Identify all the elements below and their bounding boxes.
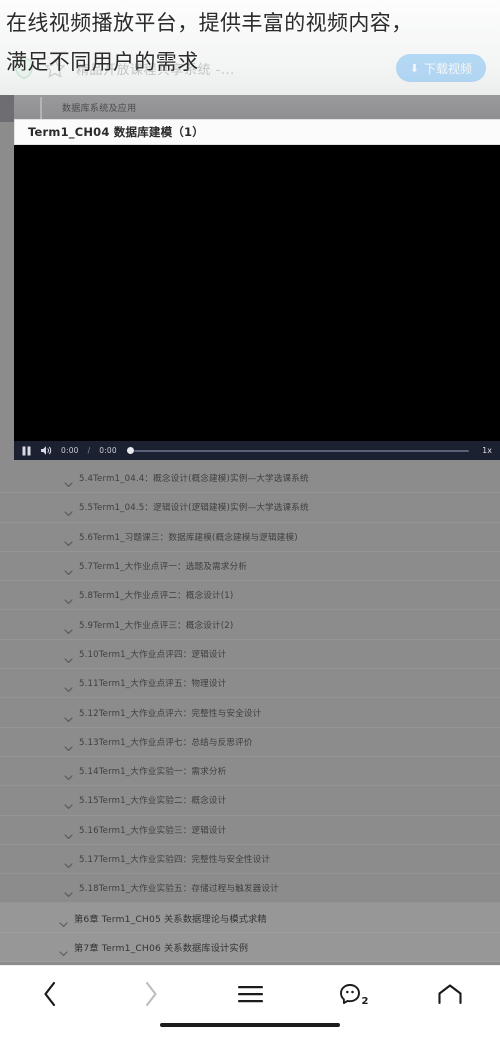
chevron-down-icon[interactable] bbox=[64, 621, 73, 634]
lesson-label: 5.4Term1_04.4：概念设计(概念建模)实例—大学选课系统 bbox=[79, 474, 309, 485]
screen: 精品开放课程共享系统 -... ⬇ 下载视频 在线视频播放平台，提供丰富的视频内… bbox=[0, 0, 500, 1041]
chevron-down-icon[interactable] bbox=[64, 709, 73, 722]
lesson-row[interactable]: 5.14Term1_大作业实验一：需求分析 bbox=[0, 757, 500, 787]
chevron-down-icon[interactable] bbox=[59, 914, 68, 927]
promo-line-1: 在线视频播放平台，提供丰富的视频内容， bbox=[6, 11, 413, 35]
browser-navbar: 2 bbox=[0, 965, 500, 1041]
lesson-label: 5.9Term1_大作业点评三：概念设计(2) bbox=[79, 620, 234, 631]
lesson-row[interactable]: 5.13Term1_大作业点评七：总结与反思评价 bbox=[0, 728, 500, 757]
lesson-label: 5.17Term1_大作业实验四：完整性与安全性设计 bbox=[79, 855, 271, 865]
lesson-row[interactable]: 5.7Term1_大作业点评一：选题及需求分析 bbox=[0, 552, 500, 582]
lesson-row[interactable]: 5.18Term1_大作业实验五：存储过程与触发器设计 bbox=[0, 874, 500, 904]
lesson-label: 5.18Term1_大作业实验五：存储过程与触发器设计 bbox=[79, 884, 279, 895]
lesson-row[interactable]: 5.5Term1_04.5：逻辑设计(逻辑建模)实例—大学选课系统 bbox=[0, 493, 500, 523]
chevron-down-icon[interactable] bbox=[64, 796, 73, 810]
lesson-label: 5.15Term1_大作业实验二：概念设计 bbox=[79, 796, 227, 807]
lesson-label: 5.10Term1_大作业点评四：逻辑设计 bbox=[79, 649, 227, 660]
chevron-left-icon bbox=[42, 981, 59, 1007]
nav-home-button[interactable] bbox=[400, 966, 500, 1022]
video-title-bar: Term1_CH04 数据库建模（1） bbox=[14, 119, 500, 145]
lesson-row[interactable]: 5.6Term1_习题课三：数据库建模(概念建模与逻辑建模) bbox=[0, 523, 500, 552]
lesson-row[interactable]: 5.15Term1_大作业实验二：概念设计 bbox=[0, 786, 500, 816]
chapter-label: 第7章 Term1_CH06 关系数据库设计实例 bbox=[74, 942, 249, 954]
playback-speed-button[interactable]: 1x bbox=[478, 446, 492, 455]
lesson-label: 5.14Term1_大作业实验一：需求分析 bbox=[79, 767, 227, 778]
chevron-down-icon[interactable] bbox=[64, 826, 73, 839]
chevron-down-icon[interactable] bbox=[64, 562, 73, 576]
nav-menu-button[interactable] bbox=[200, 966, 300, 1022]
course-page: 数据库系统及应用 Term1_CH04 数据库建模（1） 0:00 / 0:00… bbox=[0, 95, 500, 965]
tabs-count: 2 bbox=[361, 996, 369, 1007]
chevron-down-icon[interactable] bbox=[64, 679, 73, 693]
video-stage[interactable] bbox=[14, 145, 500, 460]
page-chrome-strip: 数据库系统及应用 bbox=[0, 95, 500, 122]
time-separator: / bbox=[87, 446, 91, 455]
lesson-list[interactable]: 5.4Term1_04.4：概念设计(概念建模)实例—大学选课系统 5.5Term… bbox=[0, 464, 500, 965]
video-controls[interactable]: 0:00 / 0:00 1x bbox=[14, 441, 500, 460]
tabs-icon: 2 bbox=[339, 984, 369, 1007]
lesson-row[interactable]: 5.12Term1_大作业点评六：完整性与安全设计 bbox=[0, 698, 500, 728]
lesson-label: 5.8Term1_大作业点评二：概念设计(1) bbox=[79, 591, 234, 602]
hamburger-menu-icon bbox=[237, 985, 263, 1003]
chapter-row[interactable]: 第7章 Term1_CH06 关系数据库设计实例 bbox=[0, 932, 500, 963]
nav-back-button[interactable] bbox=[0, 966, 100, 1022]
chevron-down-icon[interactable] bbox=[64, 884, 73, 898]
chevron-down-icon[interactable] bbox=[59, 943, 68, 956]
chapter-row[interactable]: 第6章 Term1_CH05 关系数据理论与模式求精 bbox=[0, 903, 500, 933]
pause-icon[interactable] bbox=[22, 446, 31, 456]
promo-overlay-text: 在线视频播放平台，提供丰富的视频内容， 满足不同用户的需求 bbox=[6, 4, 500, 82]
chevron-down-icon[interactable] bbox=[64, 650, 73, 663]
promo-line-2: 满足不同用户的需求 bbox=[6, 50, 199, 74]
site-banner: 精品开放课程共享系统 -... ⬇ 下载视频 在线视频播放平台，提供丰富的视频内… bbox=[0, 0, 500, 95]
chevron-down-icon[interactable] bbox=[64, 533, 73, 546]
duration: 0:00 bbox=[99, 446, 117, 455]
current-time: 0:00 bbox=[61, 446, 79, 455]
progress-knob[interactable] bbox=[126, 447, 134, 454]
navbar-items: 2 bbox=[0, 966, 500, 1022]
chevron-right-icon bbox=[142, 981, 159, 1007]
home-indicator bbox=[160, 1022, 340, 1027]
lesson-label: 5.6Term1_习题课三：数据库建模(概念建模与逻辑建模) bbox=[79, 532, 298, 543]
lesson-label: 5.16Term1_大作业实验三：逻辑设计 bbox=[79, 825, 227, 836]
lesson-label: 5.5Term1_04.5：逻辑设计(逻辑建模)实例—大学选课系统 bbox=[79, 503, 309, 514]
lesson-label: 5.11Term1_大作业点评五：物理设计 bbox=[79, 679, 227, 690]
chevron-down-icon[interactable] bbox=[64, 591, 73, 605]
lesson-label: 5.12Term1_大作业点评六：完整性与安全设计 bbox=[79, 708, 262, 719]
breadcrumb: 数据库系统及应用 bbox=[62, 104, 137, 114]
home-icon bbox=[437, 983, 463, 1005]
lesson-row[interactable]: 5.16Term1_大作业实验三：逻辑设计 bbox=[0, 816, 500, 845]
video-title: Term1_CH04 数据库建模（1） bbox=[28, 125, 204, 139]
chrome-edge bbox=[0, 95, 14, 122]
chevron-down-icon[interactable] bbox=[64, 503, 73, 517]
chapter-label: 第6章 Term1_CH05 关系数据理论与模式求精 bbox=[74, 913, 267, 925]
lesson-row[interactable]: 5.8Term1_大作业点评二：概念设计(1) bbox=[0, 581, 500, 611]
chevron-down-icon[interactable] bbox=[64, 474, 73, 488]
lesson-row[interactable]: 5.11Term1_大作业点评五：物理设计 bbox=[0, 669, 500, 699]
lesson-row[interactable]: 5.10Term1_大作业点评四：逻辑设计 bbox=[0, 640, 500, 670]
chevron-down-icon[interactable] bbox=[64, 738, 73, 751]
lesson-row[interactable]: 5.4Term1_04.4：概念设计(概念建模)实例—大学选课系统 bbox=[0, 464, 500, 494]
lesson-label: 5.7Term1_大作业点评一：选题及需求分析 bbox=[79, 562, 248, 573]
progress-track[interactable] bbox=[133, 449, 470, 452]
progress-bar[interactable] bbox=[126, 445, 470, 457]
nav-forward-button[interactable] bbox=[100, 966, 200, 1022]
chevron-down-icon[interactable] bbox=[64, 855, 73, 868]
lesson-row[interactable]: 5.17Term1_大作业实验四：完整性与安全性设计 bbox=[0, 845, 500, 875]
chevron-down-icon[interactable] bbox=[64, 767, 73, 781]
chrome-divider bbox=[40, 97, 42, 120]
volume-icon[interactable] bbox=[40, 445, 52, 456]
nav-tabs-button[interactable]: 2 bbox=[300, 966, 400, 1022]
lesson-label: 5.13Term1_大作业点评七：总结与反思评价 bbox=[79, 737, 253, 748]
lesson-row[interactable]: 5.9Term1_大作业点评三：概念设计(2) bbox=[0, 610, 500, 640]
